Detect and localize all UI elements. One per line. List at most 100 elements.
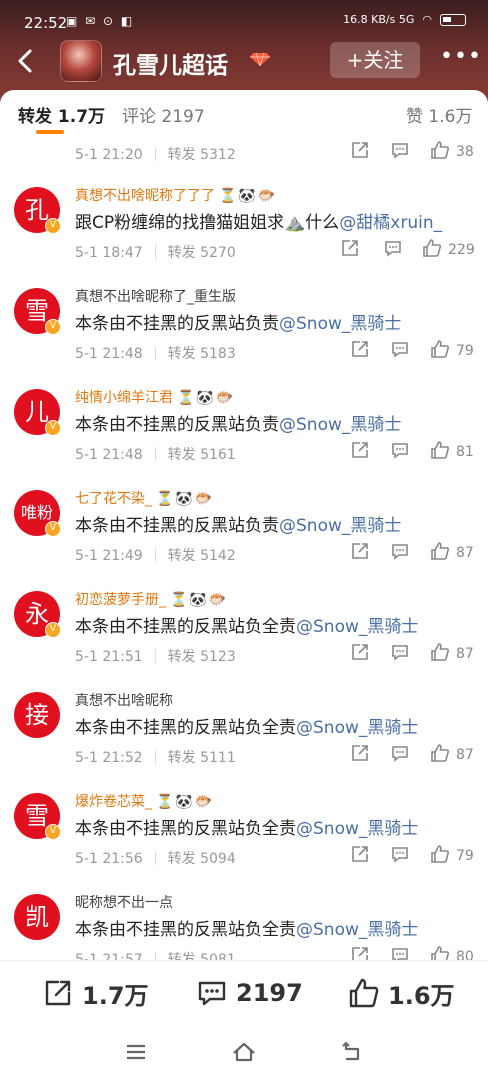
tab-comments[interactable]: 评论 2197 <box>122 102 205 127</box>
user-badges: ⏳🐼🐡 <box>156 794 215 810</box>
repost-text: 本条由不挂黑的反黑站负全责@Snow_黑骑士 <box>75 920 419 940</box>
back-arrow-icon[interactable] <box>12 44 40 78</box>
like-count: 87 <box>456 545 474 561</box>
item-meta: 5-1 21:51 转发 5123 <box>75 649 236 665</box>
like-count: 87 <box>456 747 474 763</box>
username[interactable]: 初恋菠萝手册_ ⏳🐼🐡 <box>75 589 228 609</box>
comment-icon[interactable] <box>390 339 412 361</box>
network-info: 16.8 KB/s 5G <box>343 13 415 26</box>
user-badges: ⏳🐼🐡 <box>170 592 229 608</box>
user-badges: ⏳🐼🐡 <box>177 390 236 406</box>
tab-reposts[interactable]: 转发 1.7万 <box>18 102 105 127</box>
like-icon[interactable] <box>430 339 452 361</box>
mention-link[interactable]: @甜橘xruin_ <box>339 213 442 233</box>
avatar[interactable]: 凯 <box>14 894 60 940</box>
repost-total: 1.7万 <box>82 981 149 1010</box>
list-item[interactable]: 5-1 21:20 转发 5312 38 <box>0 138 488 184</box>
list-item[interactable]: 雪 V 真想不出啥昵称了_重生版 本条由不挂黑的反黑站负责@Snow_黑骑士 5… <box>0 281 488 383</box>
nav-row: 孔雪儿超话 +关注 ••• <box>0 40 488 84</box>
list-item[interactable]: 接 真想不出啥昵称 本条由不挂黑的反黑站负全责@Snow_黑骑士 5-1 21:… <box>0 685 488 787</box>
comment-icon[interactable] <box>390 743 412 765</box>
list-item[interactable]: 儿 V 纯情小绵羊江君 ⏳🐼🐡 本条由不挂黑的反黑站负责@Snow_黑骑士 5-1… <box>0 382 488 484</box>
verified-badge-icon: V <box>45 521 61 537</box>
list-item[interactable]: 孔 V 真想不出啥昵称了了了 ⏳🐼🐡 跟CP粉缠绵的找撸猫姐姐求⛰️什么@甜橘xr… <box>0 180 488 282</box>
more-options-button[interactable]: ••• <box>440 44 481 74</box>
username[interactable]: 真想不出啥昵称 <box>75 690 173 710</box>
share-icon[interactable] <box>350 339 372 361</box>
like-icon[interactable] <box>430 140 452 162</box>
comment-icon <box>198 981 226 1006</box>
like-icon[interactable] <box>430 642 452 664</box>
mention-link[interactable]: @Snow_黑骑士 <box>296 617 418 637</box>
like-count: 79 <box>456 848 474 864</box>
item-meta: 5-1 21:57 转发 5081 <box>75 949 236 960</box>
comment-icon[interactable] <box>390 140 412 162</box>
verified-badge-icon: V <box>45 824 61 840</box>
mention-link[interactable]: @Snow_黑骑士 <box>296 718 418 738</box>
comment-icon[interactable] <box>390 945 412 960</box>
like-count: 38 <box>456 144 474 160</box>
verified-badge-icon: V <box>45 319 61 335</box>
username[interactable]: 真想不出啥昵称了了了 ⏳🐼🐡 <box>75 185 277 205</box>
notification-icons: ▣ ✉ ⊙ ◧ <box>66 14 135 28</box>
user-badges: ⏳🐼🐡 <box>156 491 215 507</box>
comment-icon[interactable] <box>390 642 412 664</box>
username[interactable]: 七了花不染_ ⏳🐼🐡 <box>75 488 214 508</box>
tab-likes[interactable]: 赞 1.6万 <box>406 102 472 127</box>
username[interactable]: 纯情小绵羊江君 ⏳🐼🐡 <box>75 387 235 407</box>
comment-icon[interactable] <box>390 844 412 866</box>
item-meta: 5-1 21:49 转发 5142 <box>75 548 236 564</box>
menu-icon[interactable] <box>124 1040 148 1064</box>
wifi-icon: ◠ <box>422 13 432 26</box>
repost-text: 本条由不挂黑的反黑站负全责@Snow_黑骑士 <box>75 617 419 637</box>
comment-icon[interactable] <box>390 541 412 563</box>
item-meta: 5-1 21:52 转发 5111 <box>75 750 236 766</box>
list-item[interactable]: 唯粉 V 七了花不染_ ⏳🐼🐡 本条由不挂黑的反黑站负责@Snow_黑骑士 5-1… <box>0 483 488 585</box>
like-icon[interactable] <box>430 844 452 866</box>
status-time: 22:52 <box>24 14 68 32</box>
share-icon[interactable] <box>340 238 362 260</box>
share-icon[interactable] <box>350 945 372 960</box>
share-icon[interactable] <box>350 140 372 162</box>
comment-icon[interactable] <box>383 238 405 260</box>
battery-icon <box>440 13 466 26</box>
avatar[interactable]: 接 <box>14 692 60 738</box>
like-icon[interactable] <box>430 743 452 765</box>
status-right: 16.8 KB/s 5G ◠ <box>343 13 466 26</box>
share-icon[interactable] <box>350 440 372 462</box>
repost-button[interactable]: 1.7万 <box>42 975 149 1011</box>
topic-avatar[interactable] <box>60 40 102 82</box>
list-item[interactable]: 凯 昵称想不出一点 本条由不挂黑的反黑站负全责@Snow_黑骑士 5-1 21:… <box>0 887 488 960</box>
like-button[interactable]: 1.6万 <box>348 975 455 1011</box>
share-icon[interactable] <box>350 844 372 866</box>
repost-text: 本条由不挂黑的反黑站负责@Snow_黑骑士 <box>75 516 402 536</box>
username[interactable]: 真想不出啥昵称了_重生版 <box>75 286 236 306</box>
share-icon[interactable] <box>350 541 372 563</box>
back-nav-icon[interactable] <box>340 1040 364 1064</box>
user-badges: ⏳🐼🐡 <box>219 188 278 204</box>
mention-link[interactable]: @Snow_黑骑士 <box>279 516 401 536</box>
like-icon[interactable] <box>430 541 452 563</box>
item-meta: 5-1 21:48 转发 5161 <box>75 447 236 463</box>
mention-link[interactable]: @Snow_黑骑士 <box>279 415 401 435</box>
mention-link[interactable]: @Snow_黑骑士 <box>296 819 418 839</box>
comment-button[interactable]: 2197 <box>196 975 303 1011</box>
list-item[interactable]: 永 V 初恋菠萝手册_ ⏳🐼🐡 本条由不挂黑的反黑站负全责@Snow_黑骑士 5-… <box>0 584 488 686</box>
verified-badge-icon: V <box>45 622 61 638</box>
home-icon[interactable] <box>232 1040 256 1064</box>
mention-link[interactable]: @Snow_黑骑士 <box>296 920 418 940</box>
active-tab-indicator <box>36 130 64 134</box>
comment-icon[interactable] <box>390 440 412 462</box>
like-icon[interactable] <box>430 440 452 462</box>
like-icon[interactable] <box>430 945 452 960</box>
share-icon[interactable] <box>350 743 372 765</box>
list-item[interactable]: 雪 V 爆炸卷芯菜_ ⏳🐼🐡 本条由不挂黑的反黑站负全责@Snow_黑骑士 5-1… <box>0 786 488 888</box>
like-icon[interactable] <box>422 238 444 260</box>
like-total: 1.6万 <box>388 981 455 1010</box>
username[interactable]: 昵称想不出一点 <box>75 892 173 912</box>
verified-badge-icon: V <box>45 218 61 234</box>
mention-link[interactable]: @Snow_黑骑士 <box>279 314 401 334</box>
follow-button[interactable]: +关注 <box>330 42 420 78</box>
username[interactable]: 爆炸卷芯菜_ ⏳🐼🐡 <box>75 791 214 811</box>
share-icon[interactable] <box>350 642 372 664</box>
